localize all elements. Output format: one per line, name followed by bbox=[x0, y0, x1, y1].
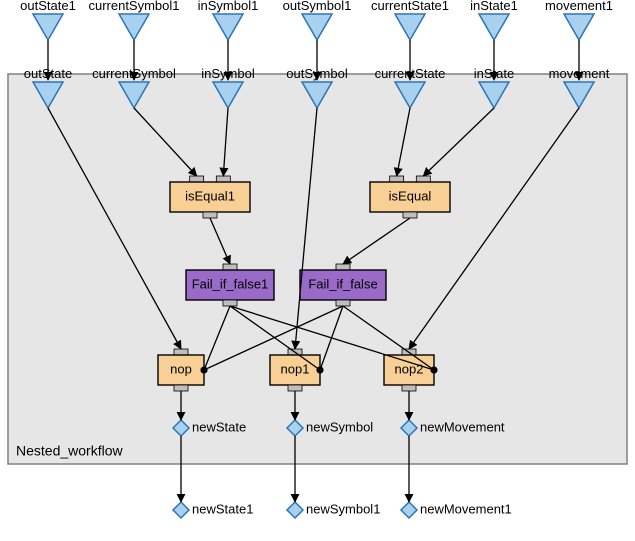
top-port-outState1[interactable]: outState1 bbox=[20, 0, 76, 40]
process-label: isEqual bbox=[389, 188, 432, 203]
top-port-currentSymbol1[interactable]: currentSymbol1 bbox=[88, 0, 179, 40]
nested-workflow-box bbox=[8, 74, 627, 464]
port-label: newState1 bbox=[192, 501, 253, 516]
port-label: inSymbol1 bbox=[198, 0, 259, 13]
port-label: newSymbol1 bbox=[306, 501, 380, 516]
process-label: nop2 bbox=[395, 361, 424, 376]
top-port-inSymbol1[interactable]: inSymbol1 bbox=[198, 0, 259, 40]
port-label: currentState1 bbox=[371, 0, 449, 13]
process-isEqual[interactable]: isEqual bbox=[370, 176, 450, 218]
process-Fail_if_false1[interactable]: Fail_if_false1 bbox=[186, 264, 274, 306]
port-label: newMovement1 bbox=[420, 501, 512, 516]
process-label: Fail_if_false bbox=[308, 276, 377, 291]
inner-output-newState[interactable]: newState bbox=[173, 419, 246, 436]
port-label: currentSymbol1 bbox=[88, 0, 179, 13]
process-label: Fail_if_false1 bbox=[192, 276, 269, 291]
top-port-currentState1[interactable]: currentState1 bbox=[371, 0, 449, 40]
control-link-dot bbox=[431, 367, 438, 374]
port-label: inState1 bbox=[470, 0, 518, 13]
port-label: newSymbol bbox=[306, 419, 373, 434]
port-label: newMovement bbox=[420, 419, 505, 434]
process-nop1[interactable]: nop1 bbox=[270, 349, 320, 391]
process-nop[interactable]: nop bbox=[158, 349, 204, 391]
process-label: nop bbox=[170, 361, 192, 376]
port-label: movement1 bbox=[545, 0, 613, 13]
process-label: isEqual1 bbox=[185, 188, 235, 203]
top-port-inState1[interactable]: inState1 bbox=[470, 0, 518, 40]
control-link-dot bbox=[201, 367, 208, 374]
bottom-port-newState1[interactable]: newState1 bbox=[173, 501, 253, 518]
process-isEqual1[interactable]: isEqual1 bbox=[170, 176, 250, 218]
process-nop2[interactable]: nop2 bbox=[384, 349, 434, 391]
top-port-outSymbol1[interactable]: outSymbol1 bbox=[283, 0, 352, 40]
process-label: nop1 bbox=[281, 361, 310, 376]
process-Fail_if_false[interactable]: Fail_if_false bbox=[300, 264, 386, 306]
bottom-port-newMovement1[interactable]: newMovement1 bbox=[401, 501, 512, 518]
port-label: newState bbox=[192, 419, 246, 434]
control-link-dot bbox=[317, 367, 324, 374]
top-port-movement1[interactable]: movement1 bbox=[545, 0, 613, 40]
workflow-label: Nested_workflow bbox=[16, 443, 123, 459]
bottom-port-newSymbol1[interactable]: newSymbol1 bbox=[287, 501, 380, 518]
port-label: outSymbol1 bbox=[283, 0, 352, 13]
port-label: outState1 bbox=[20, 0, 76, 13]
